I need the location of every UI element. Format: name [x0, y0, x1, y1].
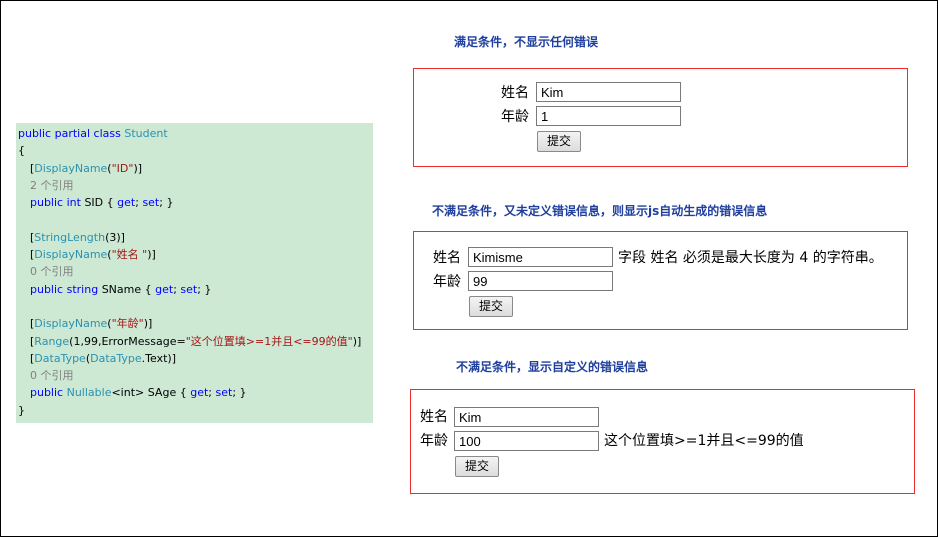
name-validation-message: 字段 姓名 必须是最大长度为 4 的字符串。 — [618, 250, 883, 266]
name-input[interactable] — [468, 247, 613, 267]
code-token: (3) — [105, 230, 121, 244]
code-token: string — [66, 282, 99, 296]
code-token: <int> — [111, 386, 145, 400]
code-reference-count[interactable]: 2 个引用 — [30, 179, 74, 192]
code-token: get — [190, 386, 209, 400]
code-token: public — [18, 127, 52, 140]
age-label: 年龄 — [433, 274, 461, 290]
code-token: public — [30, 386, 64, 400]
code-token: set — [215, 386, 233, 400]
code-panel: public partial class Student { [DisplayN… — [16, 123, 373, 423]
code-line: public int SID { get; set; } — [30, 196, 174, 210]
code-line: [DisplayName("ID")] — [30, 161, 143, 175]
code-line: public string SName { get; set; } — [30, 282, 212, 296]
age-input[interactable] — [536, 106, 681, 126]
age-input[interactable] — [468, 271, 613, 291]
submit-button[interactable]: 提交 — [469, 296, 514, 317]
code-line: [DataType(DataType.Text)] — [30, 351, 176, 365]
code-token: "ID" — [111, 161, 134, 175]
age-input[interactable] — [454, 431, 599, 451]
code-line: public Nullable<int> SAge { get; set; } — [30, 386, 247, 400]
age-validation-message: 这个位置填>=1并且<=99的值 — [604, 433, 804, 449]
code-token: DisplayName — [34, 317, 108, 331]
code-line: [DisplayName("姓名 ")] — [30, 248, 156, 262]
code-token: .Text)] — [141, 351, 176, 365]
code-line: public partial class Student — [16, 125, 373, 142]
code-token: public — [30, 196, 64, 210]
code-token: SName — [101, 282, 142, 296]
code-token: { — [18, 144, 25, 158]
name-label: 姓名 — [420, 409, 448, 425]
code-token: Range — [34, 334, 70, 348]
submit-button[interactable]: 提交 — [455, 456, 500, 477]
code-token: get — [117, 196, 136, 210]
code-token: "这个位置填>=1并且<=99的值" — [185, 334, 353, 348]
code-line: [Range(1,99,ErrorMessage="这个位置填>=1并且<=99… — [30, 334, 362, 348]
code-token: get — [155, 282, 174, 296]
code-line: { — [16, 142, 373, 159]
submit-button[interactable]: 提交 — [537, 131, 582, 152]
code-token: SID — [84, 196, 104, 210]
code-line: [StringLength(3)] — [30, 230, 125, 244]
code-token: class — [93, 127, 121, 140]
name-input[interactable] — [454, 407, 599, 427]
code-token: set — [142, 196, 160, 210]
code-line: 0 个引用 — [16, 367, 373, 384]
code-line: 2 个引用 — [16, 177, 373, 194]
code-token: set — [180, 282, 198, 296]
name-label: 姓名 — [433, 250, 461, 266]
code-line: } — [16, 402, 373, 419]
code-reference-count[interactable]: 0 个引用 — [30, 265, 74, 278]
caption-valid: 满足条件，不显示任何错误 — [454, 35, 599, 49]
age-label: 年龄 — [501, 109, 529, 125]
caption-default-error: 不满足条件，又未定义错误信息，则显示js自动生成的错误信息 — [432, 204, 768, 218]
code-reference-count[interactable]: 0 个引用 — [30, 369, 74, 382]
age-label: 年龄 — [420, 433, 448, 449]
name-label: 姓名 — [501, 85, 529, 101]
code-token: public — [30, 282, 64, 296]
code-line: [DisplayName("年龄")] — [30, 317, 153, 331]
code-token: (1,99,ErrorMessage= — [69, 334, 186, 348]
code-token: SAge — [147, 386, 177, 400]
caption-custom-error: 不满足条件，显示自定义的错误信息 — [456, 360, 649, 374]
code-token: "年龄" — [111, 317, 144, 331]
code-token: StringLength — [34, 230, 106, 244]
code-token: int — [66, 196, 81, 210]
code-token: DataType — [90, 351, 142, 365]
code-token: DisplayName — [34, 248, 108, 262]
code-token: DisplayName — [34, 161, 108, 175]
code-token: } — [18, 403, 25, 417]
code-token: DataType — [34, 351, 86, 365]
code-token: "姓名 " — [111, 248, 148, 262]
code-token: )] — [352, 334, 362, 348]
code-token: partial — [54, 127, 91, 140]
code-token: Nullable — [66, 386, 112, 400]
code-token: Student — [124, 127, 168, 140]
name-input[interactable] — [536, 82, 681, 102]
code-line: 0 个引用 — [16, 263, 373, 280]
